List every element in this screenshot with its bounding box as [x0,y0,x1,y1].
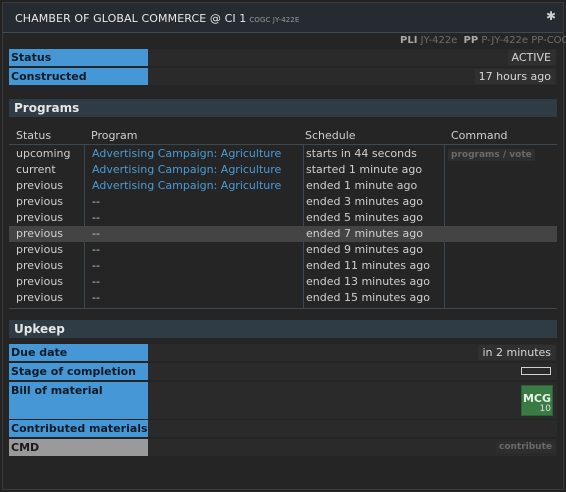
cmd-row: CMD contribute [9,439,557,456]
table-row[interactable]: previous -- ended 7 minutes ago [9,226,557,242]
constructed-value: 17 hours ago [474,69,555,84]
program-name: -- [92,227,100,240]
program-schedule: ended 5 minutes ago [306,211,423,224]
stage-progress-bar [521,367,551,375]
table-row[interactable]: previous -- ended 15 minutes ago [9,290,557,306]
program-name: -- [92,243,100,256]
table-divider [9,308,557,309]
program-schedule: ended 7 minutes ago [306,227,423,240]
program-schedule: ended 1 minute ago [306,179,418,192]
material-tile-mcg[interactable]: MCG 10 [521,385,553,416]
column-header-program: Program [91,129,138,142]
table-row[interactable]: previous -- ended 13 minutes ago [9,274,557,290]
program-name: -- [92,259,100,272]
tag-bar: PLI JY-422e PP P-JY-422e PP-COGC [397,35,566,47]
column-header-status: Status [16,129,52,142]
program-schedule: ended 9 minutes ago [306,243,423,256]
status-value: ACTIVE [507,50,555,65]
programs-vote-button[interactable]: programs / vote [448,149,535,161]
window: CHAMBER OF GLOBAL COMMERCE @ CI 1 COGC JY… [2,2,566,490]
constructed-label: Constructed [9,68,148,85]
program-status: previous [16,179,64,192]
contributed-row: Contributed materials [9,420,557,437]
table-row[interactable]: previous Advertising Campaign: Agricultur… [9,178,557,194]
upkeep-heading: Upkeep [9,320,557,338]
table-row[interactable]: current Advertising Campaign: Agriculture… [9,162,557,178]
bill-of-material-label: Bill of material [9,382,148,419]
window-title-code: COGC JY-422E [249,16,300,24]
gear-icon[interactable]: ✱ [545,10,557,22]
cmd-label: CMD [9,439,148,456]
table-row[interactable]: previous -- ended 11 minutes ago [9,258,557,274]
due-date-row: Due date in 2 minutes [9,344,557,361]
tag-key-pp: PP [463,35,479,46]
program-name: -- [92,211,100,224]
table-row[interactable]: previous -- ended 9 minutes ago [9,242,557,258]
programs-heading: Programs [9,99,557,117]
program-name[interactable]: Advertising Campaign: Agriculture [92,147,281,160]
program-name[interactable]: Advertising Campaign: Agriculture [92,179,281,192]
program-status: previous [16,275,64,288]
window-title: CHAMBER OF GLOBAL COMMERCE @ CI 1 COGC JY… [15,12,299,25]
contribute-button[interactable]: contribute [495,441,555,453]
window-title-text: CHAMBER OF GLOBAL COMMERCE @ CI 1 [15,12,247,25]
programs-table-header: Status Program Schedule Command [9,127,557,144]
status-row: Status ACTIVE [9,49,557,66]
program-status: previous [16,291,64,304]
due-date-value: in 2 minutes [478,345,555,360]
program-status: upcoming [16,147,71,160]
program-name: -- [92,195,100,208]
program-schedule: ended 3 minutes ago [306,195,423,208]
program-schedule: started 1 minute ago [306,163,423,176]
program-schedule: starts in 44 seconds [306,147,417,160]
column-header-command: Command [451,129,508,142]
material-amount: 10 [539,404,551,414]
column-header-schedule: Schedule [305,129,356,142]
program-status: previous [16,243,64,256]
program-schedule: ended 15 minutes ago [306,291,430,304]
table-divider [9,144,557,145]
tag-value-pp[interactable]: P-JY-422e PP-COGC [481,35,566,46]
program-schedule: ended 13 minutes ago [306,275,430,288]
program-status: previous [16,211,64,224]
program-schedule: ended 11 minutes ago [306,259,430,272]
stage-row: Stage of completion [9,363,557,380]
program-name: -- [92,291,100,304]
table-row[interactable]: previous -- ended 5 minutes ago [9,210,557,226]
title-bar: CHAMBER OF GLOBAL COMMERCE @ CI 1 COGC JY… [3,3,563,33]
tag-value-pli[interactable]: JY-422e [421,35,458,46]
program-status: previous [16,259,64,272]
due-date-label: Due date [9,344,148,361]
constructed-row: Constructed 17 hours ago [9,68,557,85]
stage-label: Stage of completion [9,363,148,380]
program-status: previous [16,195,64,208]
contributed-label: Contributed materials [9,420,148,437]
program-name[interactable]: Advertising Campaign: Agriculture [92,163,281,176]
program-status: previous [16,227,64,240]
program-status: current [16,163,56,176]
bill-of-material-row: Bill of material MCG 10 [9,382,557,419]
program-name: -- [92,275,100,288]
status-label: Status [9,49,148,66]
tag-key-pli: PLI [400,35,418,46]
table-row[interactable]: previous -- ended 3 minutes ago [9,194,557,210]
